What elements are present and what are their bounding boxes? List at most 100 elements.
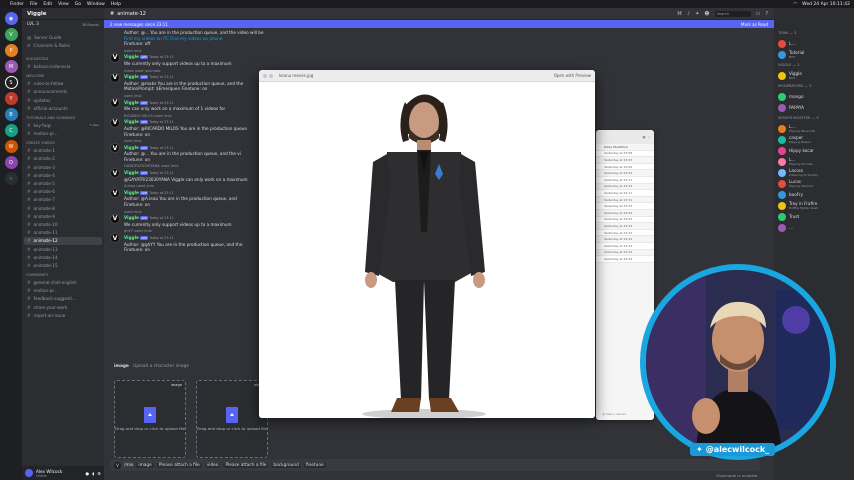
finder-row[interactable]: Yesterday at 23:23: [596, 203, 654, 210]
author-name[interactable]: Viggle: [124, 235, 139, 240]
new-messages-bar[interactable]: 2 new messages since 23:11 Mark as Read: [104, 20, 774, 28]
viggle-bot-avatar[interactable]: V: [110, 188, 120, 199]
channel-item[interactable]: # share-your-work: [22, 303, 104, 311]
member-item[interactable]: ...: [774, 222, 854, 233]
menu-view[interactable]: View: [58, 2, 69, 7]
finder-column-header[interactable]: Date Modified: [596, 144, 654, 151]
mic-icon[interactable]: ●: [85, 471, 89, 476]
channel-item[interactable]: # animate-8: [22, 204, 104, 212]
channel-item[interactable]: # motion-pr...: [22, 287, 104, 295]
bell-icon[interactable]: ♪: [687, 11, 690, 17]
option-chip-video-value[interactable]: Please attach a file: [223, 462, 269, 468]
members-icon[interactable]: ☻: [704, 11, 709, 17]
channel-item[interactable]: # animate-13: [22, 245, 104, 253]
member-item[interactable]: casper Playing Roblox: [774, 134, 854, 145]
preview-titlebar[interactable]: keanu reeves.jpg Open with Preview: [259, 70, 595, 82]
wifi-icon[interactable]: ◠: [793, 2, 797, 7]
option-chip-image-value[interactable]: Please attach a file: [156, 462, 202, 468]
channel-item[interactable]: # general-chat-english: [22, 279, 104, 287]
open-with-preview-button[interactable]: Open with Preview: [554, 73, 591, 78]
discord-home-icon[interactable]: ◉: [4, 12, 18, 25]
channel-item[interactable]: # rules-to-follow: [22, 80, 104, 88]
finder-row[interactable]: Yesterday at 23:31: [596, 197, 654, 204]
channel-item[interactable]: # report-an-issue: [22, 311, 104, 319]
channel-item[interactable]: # animate-4: [22, 171, 104, 179]
boost-bar[interactable]: LVL 3 38 Boosts: [22, 20, 104, 29]
finder-row[interactable]: Yesterday at 23:44: [596, 184, 654, 191]
help-icon[interactable]: ?: [765, 11, 768, 17]
viggle-bot-avatar[interactable]: V: [110, 72, 120, 83]
menu-window[interactable]: Window: [87, 2, 105, 7]
finder-row[interactable]: Yesterday at 23:47: [596, 176, 654, 184]
member-item[interactable]: PAPAYA: [774, 102, 854, 113]
message[interactable]: Vused /mix Viggle APP Today at 23:11 We cu…: [110, 49, 774, 67]
member-item[interactable]: Troy in Frafire Hoffhg fighter Rush: [774, 200, 854, 211]
option-chip-background[interactable]: background: [271, 462, 301, 468]
menu-go[interactable]: Go: [75, 2, 81, 7]
image-upload-box[interactable]: image Drag and drop or click to upload f…: [114, 380, 186, 458]
finder-row[interactable]: Yesterday at 23:09: [596, 210, 654, 217]
viggle-bot-avatar[interactable]: V: [110, 233, 120, 244]
inbox-icon[interactable]: ▭: [756, 11, 761, 17]
server-icon[interactable]: V: [4, 28, 18, 41]
finder-row[interactable]: Yesterday at 23:22: [596, 242, 654, 250]
server-icon[interactable]: C: [4, 124, 18, 137]
channel-item[interactable]: # updates: [22, 96, 104, 104]
member-item[interactable]: Viggle BOT: [774, 70, 854, 81]
author-name[interactable]: Viggle: [124, 100, 139, 105]
channel-item[interactable]: # animate-12: [24, 236, 102, 245]
message-links[interactable]: Find my videos on PC Find my videos on p…: [124, 36, 222, 41]
author-name[interactable]: Viggle: [124, 74, 139, 79]
channel-item[interactable]: # animate-11: [22, 229, 104, 237]
author-name[interactable]: Viggle: [124, 145, 139, 150]
finder-row[interactable]: Yesterday at 23:22: [596, 236, 654, 243]
menu-finder[interactable]: Finder: [10, 2, 24, 7]
channel-item[interactable]: # animate-7: [22, 196, 104, 204]
server-icon[interactable]: B: [4, 108, 18, 121]
category-header[interactable]: SUGGESTED: [22, 55, 104, 62]
channel-item[interactable]: # animate-1: [22, 147, 104, 155]
channel-item[interactable]: # motion-pr...: [22, 130, 104, 138]
channel-item[interactable]: # animate-2: [22, 155, 104, 163]
avatar[interactable]: [25, 469, 33, 477]
viggle-bot-avatar[interactable]: V: [110, 52, 120, 63]
threads-icon[interactable]: ⌘: [677, 11, 682, 17]
option-chip-finetune[interactable]: finetune: [303, 462, 326, 468]
channel-item[interactable]: # animate-10: [22, 220, 104, 228]
finder-row[interactable]: Yesterday at 23:55: [596, 216, 654, 224]
channels-roles[interactable]: ≡ Channels & Roles: [22, 41, 104, 49]
finder-row[interactable]: Yesterday at 23:25: [596, 250, 654, 257]
viggle-bot-avatar[interactable]: V: [110, 97, 120, 108]
video-upload-box[interactable]: video Drag and drop or click to upload f…: [196, 380, 268, 458]
member-item[interactable]: Trust: [774, 211, 854, 222]
category-header[interactable]: TUTORIALS AND GUIDANCE: [22, 114, 104, 121]
menu-file[interactable]: File: [30, 2, 38, 7]
member-item[interactable]: Hippy kocar: [774, 145, 854, 156]
member-item[interactable]: Lucas Playing Valorant: [774, 178, 854, 189]
author-name[interactable]: Viggle: [124, 215, 139, 220]
server-guide[interactable]: ▤ Server Guide: [22, 33, 104, 41]
message[interactable]: Author: @... You are in the production q…: [110, 30, 774, 47]
channel-item[interactable]: # animate-5: [22, 179, 104, 187]
member-item[interactable]: L... Playing Minecraft: [774, 123, 854, 134]
finder-row[interactable]: Yesterday at 23:58: [596, 150, 654, 158]
author-name[interactable]: Viggle: [124, 119, 139, 124]
headphones-icon[interactable]: ◖: [92, 471, 94, 476]
author-name[interactable]: Viggle: [124, 190, 139, 195]
server-icon[interactable]: Y: [4, 92, 18, 105]
user-panel[interactable]: Alex Wilcock Online ● ◖ ⚙: [22, 466, 104, 480]
channel-item[interactable]: # feedback-suggesti...: [22, 295, 104, 303]
option-chip-image[interactable]: image: [136, 462, 154, 468]
message-input[interactable]: V /mix image Please attach a file video …: [110, 459, 760, 471]
member-item[interactable]: L...: [774, 38, 854, 49]
channel-item[interactable]: # animate-3: [22, 163, 104, 171]
member-item[interactable]: L... Playing Fortnite: [774, 156, 854, 167]
mark-as-read-button[interactable]: Mark as Read: [741, 22, 768, 27]
server-icon[interactable]: W: [4, 140, 18, 153]
server-name[interactable]: Viggle: [22, 8, 104, 20]
category-header[interactable]: COMMUNITY: [22, 272, 104, 279]
channel-item[interactable]: # key-faqs 5 New: [22, 121, 104, 129]
menu-help[interactable]: Help: [111, 2, 121, 7]
search-input[interactable]: Search: [714, 10, 751, 17]
close-button[interactable]: [263, 73, 267, 78]
